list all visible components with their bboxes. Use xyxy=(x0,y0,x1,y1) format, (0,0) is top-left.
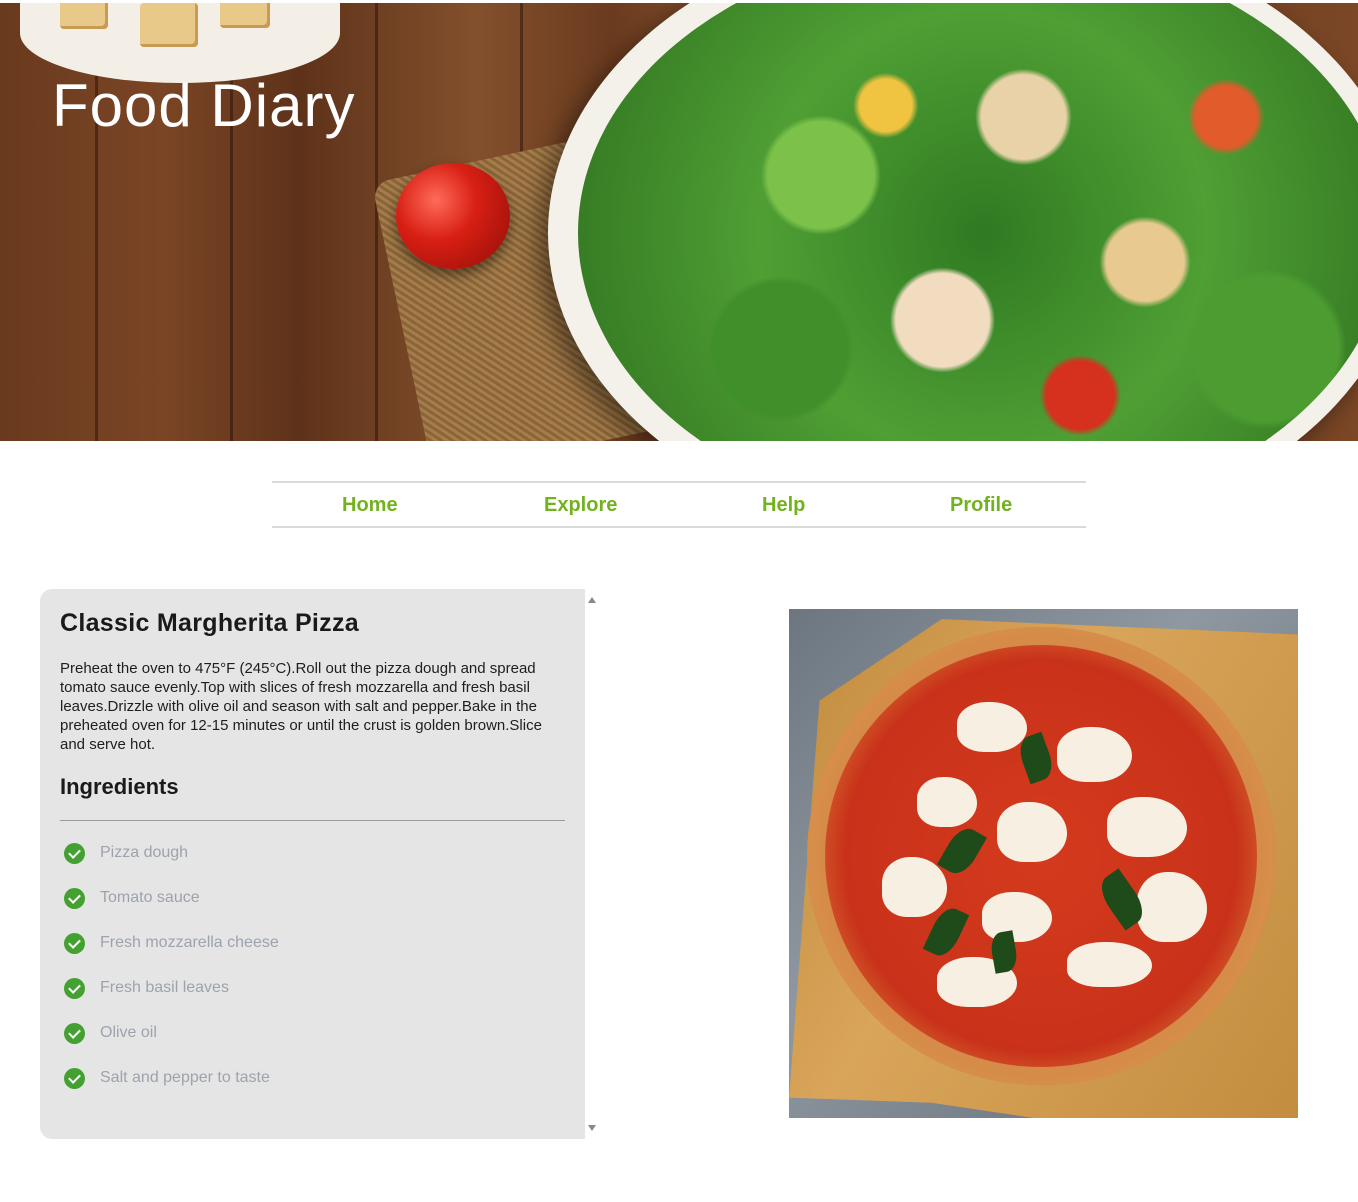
check-circle-icon xyxy=(64,843,85,864)
recipe-card-scrollbar[interactable] xyxy=(585,589,600,1139)
mozzarella-slice xyxy=(1067,942,1152,987)
check-circle-icon xyxy=(64,888,85,909)
nav-help[interactable]: Help xyxy=(762,494,805,517)
ingredient-label: Tomato sauce xyxy=(100,889,200,906)
check-circle-icon xyxy=(64,1068,85,1089)
crouton xyxy=(140,3,198,47)
basil-leaf xyxy=(937,822,987,880)
ingredient-item: Salt and pepper to taste xyxy=(64,1066,279,1111)
ingredient-label: Salt and pepper to taste xyxy=(100,1069,270,1086)
ingredient-item: Olive oil xyxy=(64,1021,279,1066)
nav-explore[interactable]: Explore xyxy=(544,494,617,517)
ingredient-item: Fresh mozzarella cheese xyxy=(64,931,279,976)
ingredient-list: Pizza dough Tomato sauce Fresh mozzarell… xyxy=(64,841,279,1111)
ingredient-label: Olive oil xyxy=(100,1024,157,1041)
check-circle-icon xyxy=(64,978,85,999)
ingredients-heading: Ingredients xyxy=(60,774,179,799)
main-nav: Home Explore Help Profile xyxy=(272,481,1086,528)
recipe-title: Classic Margherita Pizza xyxy=(60,609,359,637)
site-title: Food Diary xyxy=(52,72,356,139)
ingredients-divider xyxy=(60,820,565,821)
ingredient-item: Tomato sauce xyxy=(64,886,279,931)
ingredient-item: Pizza dough xyxy=(64,841,279,886)
crouton xyxy=(60,3,108,29)
hero-banner: Food Diary xyxy=(0,3,1358,441)
salad xyxy=(578,3,1358,441)
mozzarella-slice xyxy=(882,857,947,917)
scroll-down-arrow-icon[interactable] xyxy=(588,1125,596,1131)
wood-plank-seam xyxy=(375,3,378,441)
ingredient-label: Pizza dough xyxy=(100,844,189,861)
cherry-tomato xyxy=(396,163,510,269)
mozzarella-slice xyxy=(1137,872,1207,942)
pizza xyxy=(807,627,1275,1085)
ingredient-item: Fresh basil leaves xyxy=(64,976,279,1021)
check-circle-icon xyxy=(64,933,85,954)
mozzarella-slice xyxy=(957,702,1027,752)
ingredient-label: Fresh mozzarella cheese xyxy=(100,934,279,951)
crouton xyxy=(220,3,270,28)
mozzarella-slice xyxy=(1057,727,1132,782)
nav-profile[interactable]: Profile xyxy=(950,494,1012,517)
mozzarella-slice xyxy=(917,777,977,827)
recipe-card[interactable]: Classic Margherita Pizza Preheat the ove… xyxy=(40,589,585,1139)
recipe-instructions: Preheat the oven to 475°F (245°C).Roll o… xyxy=(60,660,542,753)
scroll-up-arrow-icon[interactable] xyxy=(588,597,596,603)
mozzarella-slice xyxy=(982,892,1052,942)
ingredient-label: Fresh basil leaves xyxy=(100,979,229,996)
nav-home[interactable]: Home xyxy=(342,494,398,517)
recipe-photo xyxy=(789,609,1298,1118)
check-circle-icon xyxy=(64,1023,85,1044)
mozzarella-slice xyxy=(1107,797,1187,857)
mozzarella-slice xyxy=(997,802,1067,862)
